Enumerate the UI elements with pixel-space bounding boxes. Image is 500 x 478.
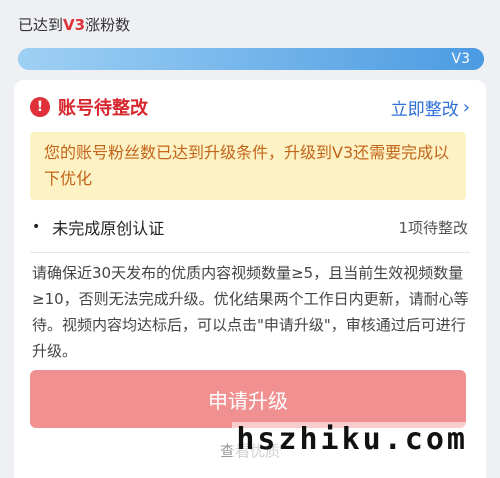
fix-now-label: 立即整改	[390, 99, 459, 120]
apply-upgrade-button[interactable]: 申请升级	[30, 370, 466, 428]
upgrade-notice: 您的账号粉丝数已达到升级条件，升级到V3还需要完成以下优化	[30, 132, 466, 200]
progress-bar-fill	[18, 48, 484, 70]
card-header: ! 账号待整改 立即整改 ›	[30, 92, 470, 122]
level-progress-section: 已达到V3涨粉数 V3	[18, 12, 484, 70]
card-title: 账号待整改	[58, 98, 148, 119]
chevron-right-icon: ›	[462, 96, 470, 118]
reached-prefix: 已达到	[18, 16, 64, 34]
progress-end-label: V3	[451, 51, 470, 67]
task-label: 未完成原创认证	[52, 219, 165, 238]
watermark: hszhiku.com	[232, 422, 472, 457]
reached-suffix: 涨粉数	[85, 16, 131, 34]
reached-level-text: 已达到V3涨粉数	[18, 12, 484, 38]
divider	[30, 252, 470, 253]
fix-now-link[interactable]: 立即整改 ›	[391, 95, 470, 120]
task-status: 1项待整改	[398, 218, 468, 237]
progress-bar: V3	[18, 48, 484, 70]
task-item-original-cert: • 未完成原创认证 1项待整改	[32, 212, 468, 242]
requirement-description: 请确保近30天发布的优质内容视频数量≥5，且当前生效视频数量≥10，否则无法完成…	[32, 264, 469, 360]
bullet-icon: •	[32, 219, 41, 235]
rectification-card: ! 账号待整改 立即整改 › 您的账号粉丝数已达到升级条件，升级到V3还需要完成…	[14, 80, 486, 478]
warning-icon: !	[30, 97, 50, 117]
reached-level: V3	[63, 16, 86, 34]
